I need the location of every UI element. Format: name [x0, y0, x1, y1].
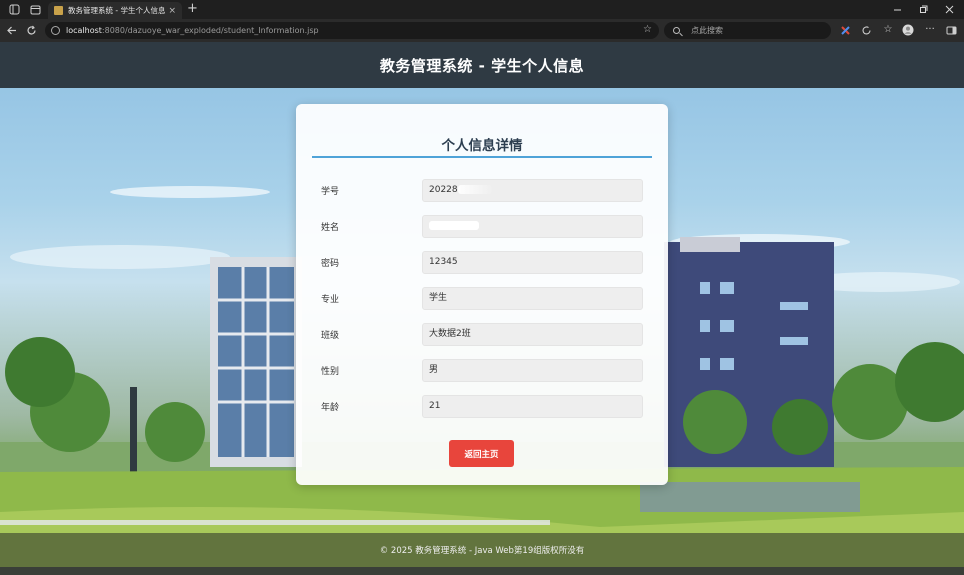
field-row-password: 密码 12345 [321, 251, 643, 274]
class-field: 大数据2班 [422, 323, 643, 346]
url-text: localhost:8080/dazuoye_war_exploded/stud… [66, 26, 319, 35]
field-row-gender: 性别 男 [321, 359, 643, 382]
field-row-age: 年龄 21 [321, 395, 643, 418]
field-label: 密码 [321, 259, 340, 269]
profile-icon[interactable] [902, 24, 914, 36]
star-icon[interactable]: ☆ [643, 24, 652, 35]
bottom-strip [0, 567, 964, 575]
field-label: 学号 [321, 187, 340, 197]
title-divider [312, 156, 652, 158]
site-footer: © 2025 教务管理系统 - Java Web第19组版权所没有 [0, 533, 964, 567]
page-title: 教务管理系统 - 学生个人信息 [379, 56, 585, 75]
field-row-major: 专业 学生 [321, 287, 643, 310]
url-host: localhost [66, 26, 102, 35]
sidebar-toggle-icon[interactable] [945, 24, 957, 36]
info-card: 个人信息详情 学号 20228 姓名 密码 12345 专业 学生 班级 大数据… [296, 104, 668, 485]
favorites-icon[interactable]: ☆ [882, 24, 894, 36]
back-home-button[interactable]: 返回主页 [449, 440, 514, 467]
field-label: 年龄 [321, 403, 340, 413]
search-placeholder: 点此搜索 [691, 26, 723, 35]
field-value: 20228 [429, 185, 458, 195]
student-id-field: 20228 [422, 179, 643, 202]
info-icon[interactable] [51, 26, 60, 35]
field-row-student-id: 学号 20228 [321, 179, 643, 202]
copyright-text: © 2025 教务管理系统 - Java Web第19组版权所没有 [379, 546, 585, 556]
redaction-blur [457, 185, 492, 194]
reload-icon[interactable] [24, 23, 38, 37]
field-row-class: 班级 大数据2班 [321, 323, 643, 346]
browser-toolbar: localhost:8080/dazuoye_war_exploded/stud… [0, 19, 964, 42]
sidebar-icon[interactable] [7, 3, 21, 17]
url-path: :8080/dazuoye_war_exploded/student_Infor… [101, 26, 319, 35]
search-box[interactable]: 点此搜索 [664, 22, 831, 39]
page: 教务管理系统 - 学生个人信息 个人信息详情 学号 20228 姓名 密码 12… [0, 42, 964, 575]
browser-tab-bar: 教务管理系统 - 学生个人信息 × + [0, 0, 964, 19]
refresh-icon[interactable] [860, 24, 872, 36]
extension-icon[interactable] [839, 24, 851, 36]
address-bar[interactable]: localhost:8080/dazuoye_war_exploded/stud… [45, 22, 659, 39]
close-window-icon[interactable] [936, 0, 962, 19]
favicon-icon [54, 6, 63, 15]
password-field: 12345 [422, 251, 643, 274]
tabs-icon[interactable] [28, 3, 42, 17]
field-label: 性别 [321, 367, 340, 377]
more-icon[interactable]: ··· [924, 24, 936, 36]
active-tab[interactable]: 教务管理系统 - 学生个人信息 × [48, 2, 182, 19]
new-tab-button[interactable]: + [187, 1, 198, 17]
back-icon[interactable] [4, 23, 18, 37]
major-field: 学生 [422, 287, 643, 310]
close-tab-icon[interactable]: × [168, 6, 176, 16]
tab-title: 教务管理系统 - 学生个人信息 [68, 6, 166, 15]
search-icon [673, 27, 680, 34]
field-label: 姓名 [321, 223, 340, 233]
age-field: 21 [422, 395, 643, 418]
field-label: 专业 [321, 295, 340, 305]
field-label: 班级 [321, 331, 340, 341]
restore-icon[interactable] [910, 0, 936, 19]
redaction-blur [429, 221, 479, 230]
card-title: 个人信息详情 [441, 138, 523, 154]
gender-field: 男 [422, 359, 643, 382]
field-row-name: 姓名 [321, 215, 643, 238]
name-field [422, 215, 643, 238]
site-header: 教务管理系统 - 学生个人信息 [0, 42, 964, 88]
minimize-icon[interactable] [884, 0, 910, 19]
